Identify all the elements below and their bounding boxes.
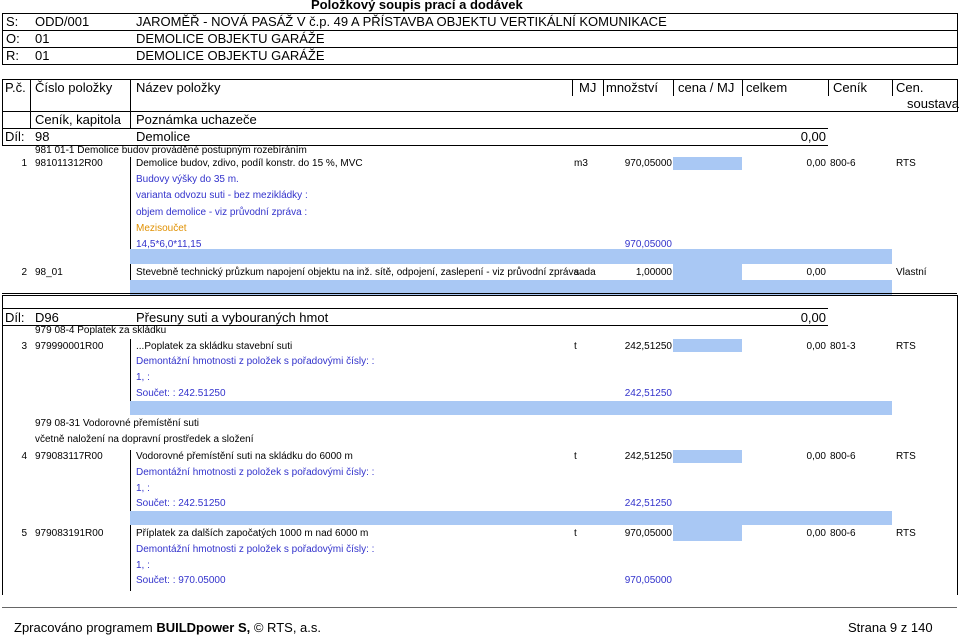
dil1-name: Demolice: [136, 129, 191, 144]
item-chapter: 979 08-31 Vodorovné přemístění suti: [35, 418, 199, 429]
item2-name: Stevebně technický průzkum napojení obje…: [136, 267, 580, 278]
item1-cenik: 800-6: [830, 158, 856, 169]
item4-note: Demontážní hmotnosti z položek s pořadov…: [136, 467, 375, 478]
item4-sous: RTS: [896, 451, 916, 462]
item2-sous: Vlastní: [896, 267, 927, 278]
item3-cenik: 801-3: [830, 341, 856, 352]
header-r-name: DEMOLICE OBJEKTU GARÁŽE: [136, 48, 325, 63]
header-r-label: R:: [6, 48, 19, 63]
item3-code: 979990001R00: [35, 341, 104, 352]
item5-note: 1, :: [136, 560, 150, 571]
header-s-label: S:: [6, 14, 19, 29]
col-cenik-kapitola: Ceník, kapitola: [35, 112, 121, 127]
item3-note: Demontážní hmotnosti z položek s pořadov…: [136, 356, 375, 367]
item5-qty: 970,05000: [624, 528, 672, 539]
header-s-code: ODD/001: [35, 14, 90, 29]
item4-code: 979083117R00: [35, 451, 103, 462]
item5-total: 0,00: [806, 528, 826, 539]
item5-sous: RTS: [896, 528, 916, 539]
header-o-label: O:: [6, 31, 20, 46]
item4-qty: 242,51250: [624, 451, 672, 462]
col-cenik: Ceník: [833, 80, 867, 95]
item3-mj: t: [574, 341, 577, 352]
page-title: Položkový soupis prací a dodávek: [311, 0, 523, 12]
item5-pc: 5: [21, 528, 27, 539]
dil2-total: 0,00: [800, 310, 826, 325]
item1-name: Demolice budov, zdivo, podíl konstr. do …: [136, 158, 363, 169]
item2-qty: 1,00000: [635, 267, 672, 278]
item1-note: objem demolice - viz průvodní zpráva :: [136, 207, 308, 218]
item4-sum-label: Součet: : 242.51250: [136, 498, 226, 509]
col-cen-soustava-2: soustava: [907, 96, 960, 111]
item-chapter: 979 08-4 Poplatek za skládku: [35, 325, 167, 336]
item5-cenik: 800-6: [830, 528, 856, 539]
item5-sum-qty: 970,05000: [624, 575, 672, 586]
item4-name: Vodorovné přemístění suti na skládku do …: [136, 451, 353, 462]
col-mj: MJ: [579, 80, 597, 95]
item3-sous: RTS: [896, 341, 916, 352]
item1-sous: RTS: [896, 158, 916, 169]
col-cena: cena / MJ: [678, 80, 735, 95]
item1-note: Budovy výšky do 35 m.: [136, 174, 239, 185]
item4-sum-qty: 242,51250: [624, 498, 672, 509]
item5-note: Demontážní hmotnosti z položek s pořadov…: [136, 544, 375, 555]
item4-pc: 4: [21, 451, 27, 462]
col-celkem: celkem: [746, 80, 788, 95]
item1-note: varianta odvozu suti - bez mezikládky :: [136, 190, 308, 201]
item2-code: 98_01: [35, 267, 63, 278]
item2-mj: sada: [574, 267, 596, 278]
col-cislo: Číslo položky: [35, 80, 113, 95]
header-r-code: 01: [35, 48, 50, 63]
item1-qty: 970,05000: [624, 158, 672, 169]
item3-sum-qty: 242,51250: [624, 388, 672, 399]
col-nazev: Název položky: [136, 80, 221, 95]
item5-name: Příplatek za dalších započatých 1000 m n…: [136, 528, 369, 539]
item-chapter: včetně naložení na dopravní prostředek a…: [35, 434, 254, 445]
item3-note: 1, :: [136, 372, 150, 383]
item5-code: 979083191R00: [35, 528, 104, 539]
dil1-label: Díl:: [5, 129, 25, 144]
header-o-name: DEMOLICE OBJEKTU GARÁŽE: [136, 31, 325, 46]
header-s-name: JAROMĚŘ - NOVÁ PASÁŽ V č.p. 49 A PŘÍSTAV…: [136, 14, 667, 29]
item3-total: 0,00: [806, 341, 826, 352]
item2-total: 0,00: [806, 267, 826, 278]
col-cen-soustava-1: Cen.: [896, 80, 924, 95]
item-chapter: 981 01-1 Demolice budov prováděné postup…: [35, 145, 307, 156]
item5-mj: t: [574, 528, 577, 539]
footer-program: Zpracováno programem BUILDpower S, © RTS…: [14, 620, 321, 635]
dil2-name: Přesuny suti a vybouraných hmot: [136, 310, 329, 325]
dil1-code: 98: [35, 129, 50, 144]
dil1-total: 0,00: [800, 129, 826, 144]
item1-code: 981011312R00: [35, 158, 103, 169]
item1-subtotal-label: Mezisoučet: [136, 223, 187, 234]
col-poznamka: Poznámka uchazeče: [136, 112, 257, 127]
item3-sum-label: Součet: : 242.51250: [136, 388, 226, 399]
item5-sum-label: Součet: : 970.05000: [136, 575, 226, 586]
col-mnozstvi: množství: [606, 80, 659, 95]
item1-total: 0,00: [806, 158, 826, 169]
dil2-label: Díl:: [5, 310, 25, 325]
dil2-code: D96: [35, 310, 59, 325]
item4-note: 1, :: [136, 483, 150, 494]
item3-pc: 3: [21, 341, 27, 352]
item4-mj: t: [574, 451, 577, 462]
header-o-code: 01: [35, 31, 50, 46]
item1-pc: 1: [21, 158, 27, 169]
item4-total: 0,00: [806, 451, 826, 462]
col-pc: P.č.: [5, 80, 26, 95]
item3-qty: 242,51250: [624, 341, 672, 352]
item2-pc: 2: [21, 267, 27, 278]
item3-name: ...Poplatek za skládku stavební suti: [136, 341, 293, 352]
footer-page-number: Strana 9 z 140: [848, 620, 933, 635]
item1-mj: m3: [574, 158, 588, 169]
item4-cenik: 800-6: [830, 451, 856, 462]
